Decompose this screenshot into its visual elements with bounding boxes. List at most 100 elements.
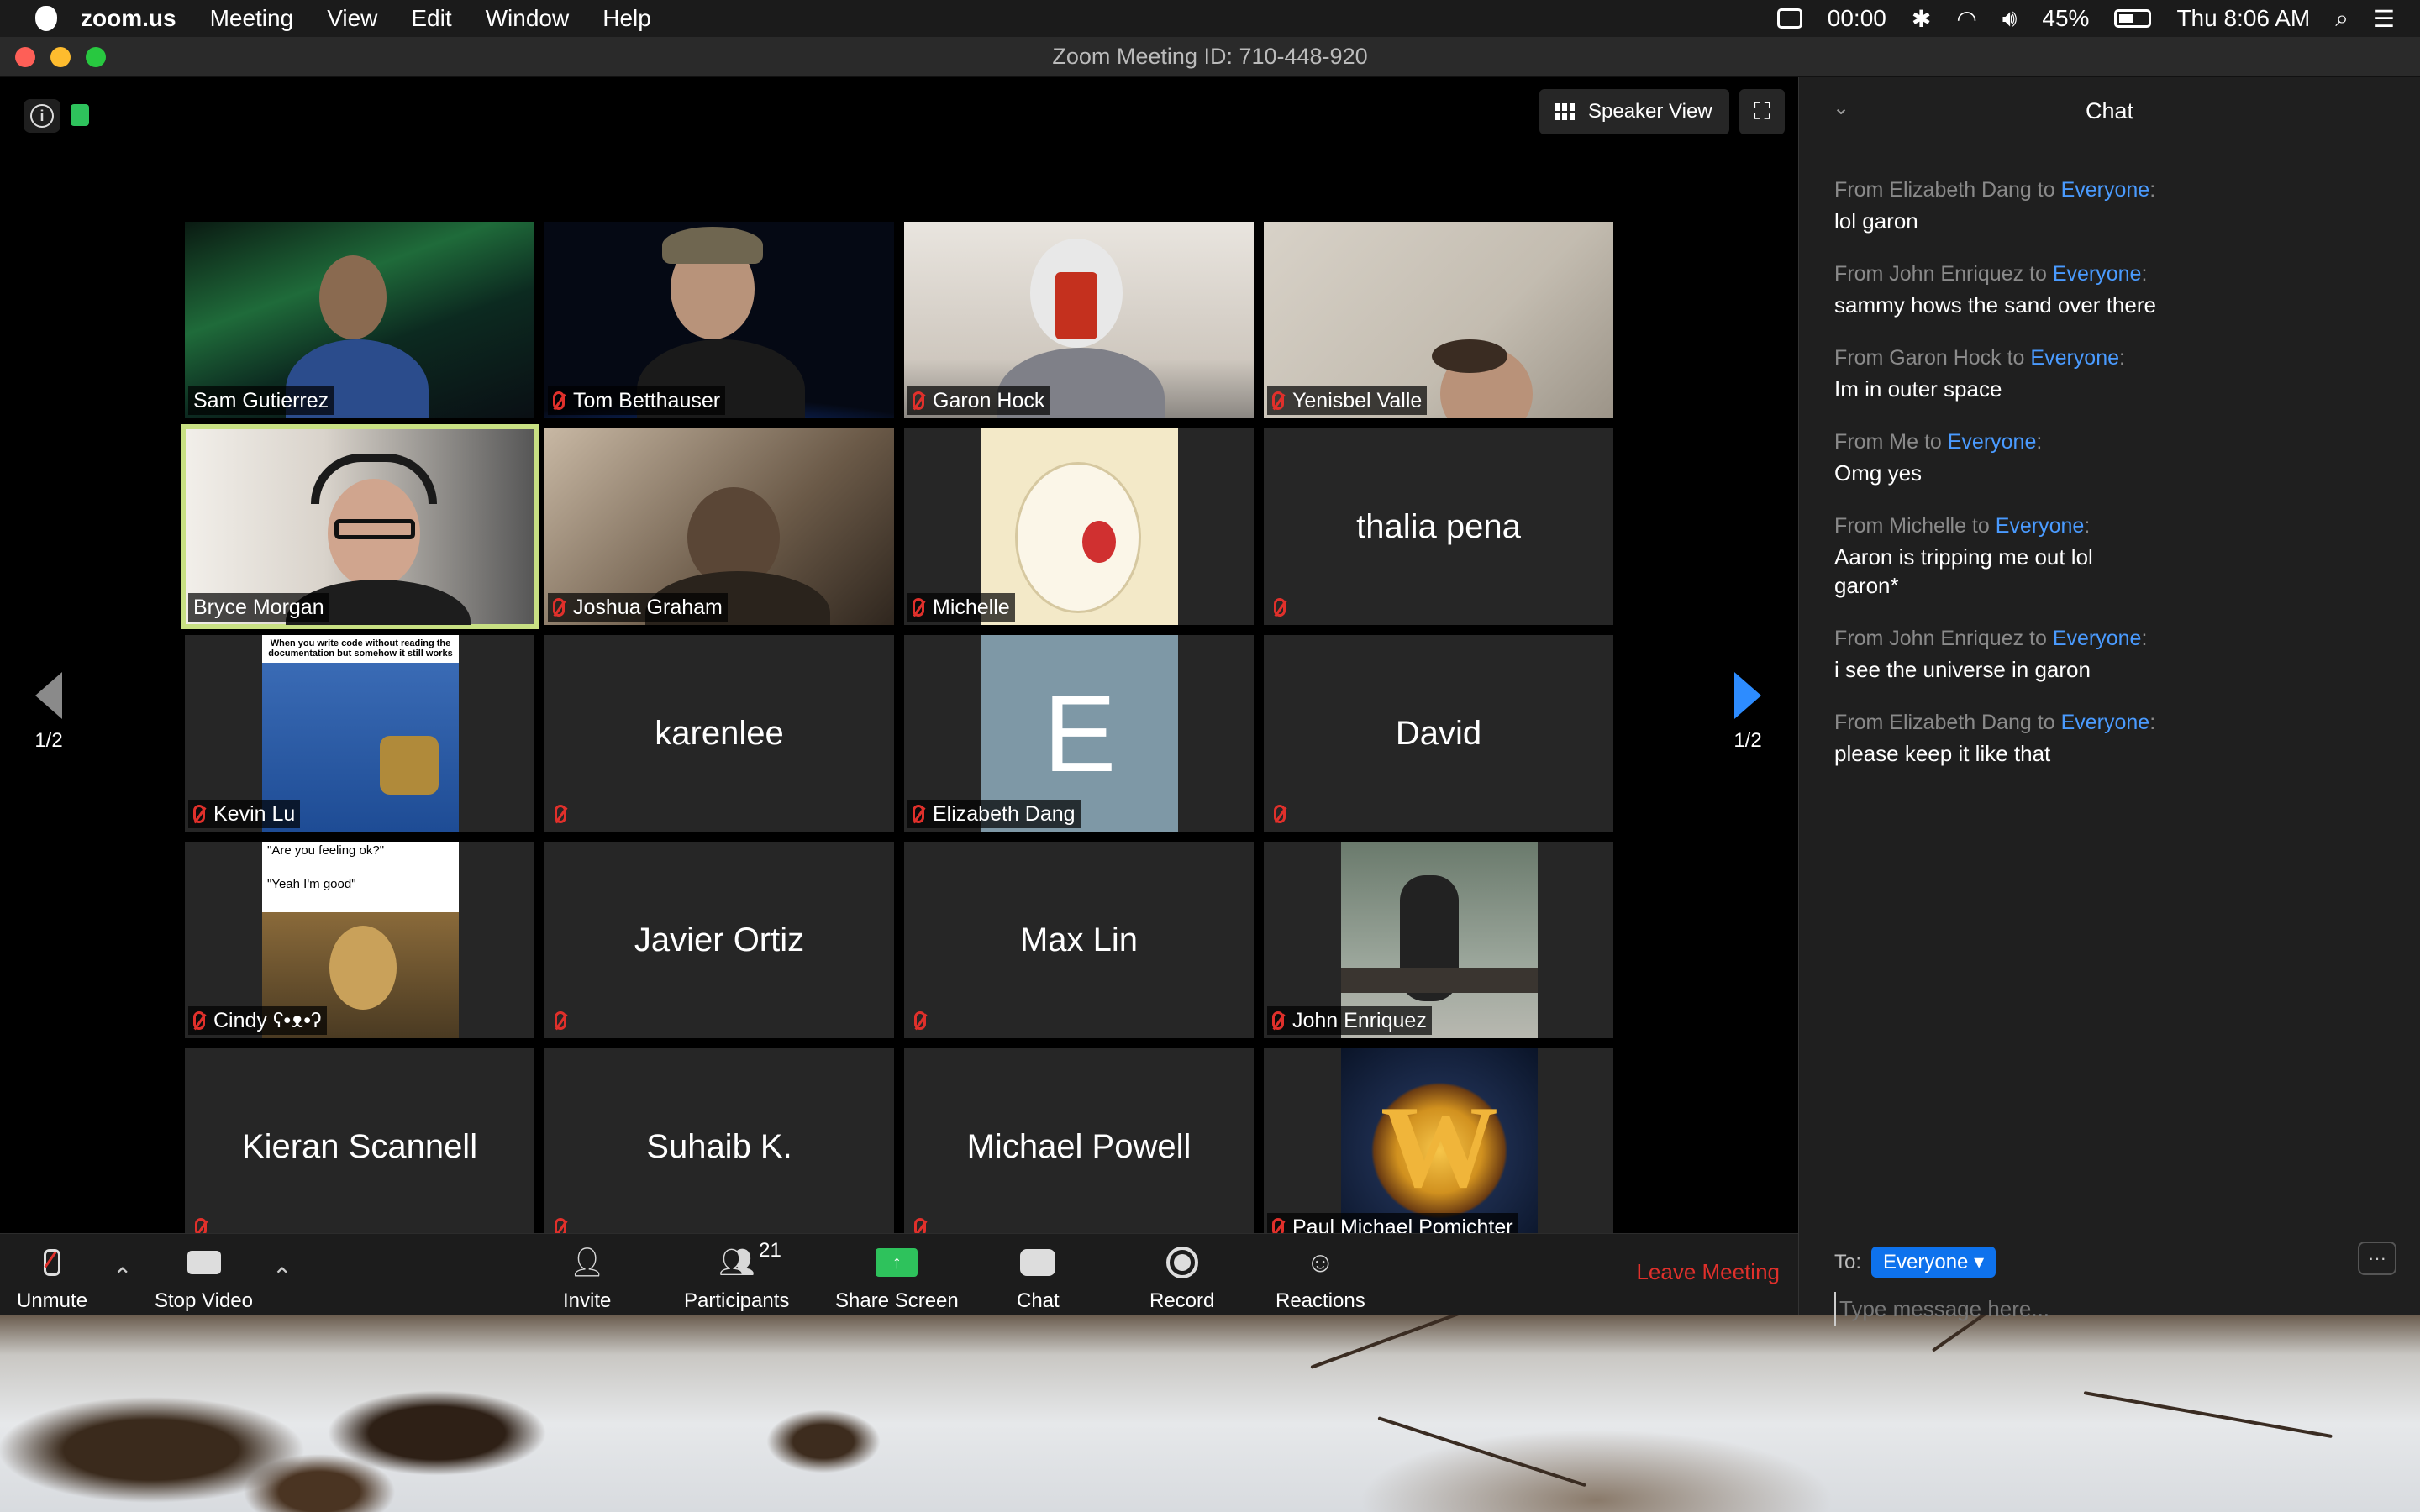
participant-name-center: David	[1395, 714, 1482, 752]
window-title: Zoom Meeting ID: 710-448-920	[1052, 44, 1368, 69]
video-tile[interactable]: thalia pena	[1264, 428, 1613, 625]
video-tile[interactable]: "Are you feeling ok?" "Yeah I'm good" Ci…	[185, 842, 534, 1038]
video-tile[interactable]: Kieran Scannell	[185, 1048, 534, 1245]
share-screen-label: Share Screen	[835, 1289, 959, 1312]
desktop-wallpaper	[0, 1252, 2420, 1512]
smiley-add-icon: ☺︎	[1306, 1246, 1335, 1278]
muted-mic-icon	[913, 391, 924, 410]
video-tile[interactable]: When you write code without reading the …	[185, 635, 534, 832]
video-tile[interactable]: Garon Hock	[904, 222, 1254, 418]
fullscreen-button[interactable]: ⛶	[1739, 89, 1785, 134]
participant-name-label: Elizabeth Dang	[908, 800, 1081, 828]
chat-bubble-icon	[1020, 1249, 1056, 1276]
menu-edit[interactable]: Edit	[411, 5, 451, 32]
to-label: To:	[1834, 1250, 1862, 1273]
chevron-left-icon	[35, 672, 62, 719]
reactions-button[interactable]: ☺︎ Reactions	[1276, 1244, 1365, 1313]
audio-options-chevron-icon[interactable]: ⌃	[113, 1263, 132, 1290]
unmute-button[interactable]: Unmute	[17, 1244, 87, 1313]
muted-mic-icon	[193, 1011, 205, 1030]
muted-mic-icon	[913, 805, 924, 823]
chevron-down-icon[interactable]: ⌄	[1833, 96, 1849, 120]
menu-meeting[interactable]: Meeting	[210, 5, 294, 32]
muted-mic-icon	[193, 805, 205, 823]
muted-mic-icon	[1272, 391, 1284, 410]
minimize-window-button[interactable]	[50, 47, 71, 67]
participants-label: Participants	[684, 1289, 790, 1312]
next-page-button[interactable]: 1/2	[1723, 672, 1773, 753]
recipient-dropdown[interactable]: Everyone ▾	[1871, 1247, 1996, 1278]
meeting-toolbar: Unmute ⌃ Stop Video ⌃ 👤︎ Invite 👥︎ 21 Par…	[0, 1233, 1798, 1315]
control-center-icon[interactable]: ☰	[2374, 5, 2395, 33]
video-tile[interactable]: Suhaib K.	[544, 1048, 894, 1245]
video-tile-active-speaker[interactable]: Bryce Morgan	[181, 424, 539, 629]
chat-label: Chat	[1017, 1289, 1060, 1312]
participant-name-center: Suhaib K.	[646, 1127, 792, 1165]
chat-message-input[interactable]	[1834, 1292, 2372, 1326]
close-window-button[interactable]	[15, 47, 35, 67]
volume-icon[interactable]: 🔊︎	[2002, 5, 2018, 33]
video-options-chevron-icon[interactable]: ⌃	[272, 1263, 292, 1290]
menu-window[interactable]: Window	[486, 5, 570, 32]
speaker-view-button[interactable]: Speaker View	[1539, 89, 1729, 134]
chat-more-button[interactable]: ···	[2358, 1242, 2396, 1275]
bluetooth-icon[interactable]: ✱	[1912, 5, 1931, 33]
window-titlebar: Zoom Meeting ID: 710-448-920	[0, 37, 2420, 77]
apple-icon[interactable]	[35, 6, 57, 31]
chat-recipient: To: Everyone ▾	[1834, 1247, 1996, 1278]
participant-name-label: Michelle	[908, 593, 1015, 622]
spotlight-search-icon[interactable]: ⌕	[2335, 5, 2349, 33]
menu-view[interactable]: View	[327, 5, 377, 32]
share-screen-button[interactable]: ↑ Share Screen	[835, 1244, 959, 1313]
video-tile[interactable]: Michelle	[904, 428, 1254, 625]
video-tile[interactable]: Max Lin	[904, 842, 1254, 1038]
video-tile[interactable]: Michael Powell	[904, 1048, 1254, 1245]
chat-panel: ⌄ Chat From Elizabeth Dang to Everyone: …	[1798, 77, 2420, 1326]
info-icon: i	[30, 104, 54, 128]
chat-message: From Garon Hock to Everyone: Im in outer…	[1834, 346, 2125, 402]
chat-button[interactable]: Chat	[1017, 1244, 1060, 1313]
mac-menubar: zoom.us Meeting View Edit Window Help 00…	[0, 0, 2420, 37]
video-gallery: i Speaker View ⛶ 1/2 1/2 Sam Gutierrez T…	[0, 77, 1798, 1245]
video-tile[interactable]: Tom Betthauser	[544, 222, 894, 418]
video-tile[interactable]: E Elizabeth Dang	[904, 635, 1254, 832]
record-button[interactable]: Record	[1150, 1244, 1214, 1313]
video-tile[interactable]: Yenisbel Valle	[1264, 222, 1613, 418]
battery-percent: 45%	[2042, 5, 2090, 31]
previous-page-button[interactable]: 1/2	[24, 672, 74, 753]
menu-app[interactable]: zoom.us	[81, 5, 176, 32]
clock[interactable]: Thu 8:06 AM	[2176, 5, 2310, 32]
video-tile[interactable]: Javier Ortiz	[544, 842, 894, 1038]
wifi-icon[interactable]: ◠	[1956, 5, 1976, 33]
leave-meeting-button[interactable]: Leave Meeting	[1636, 1259, 1780, 1285]
muted-mic-icon	[1274, 805, 1286, 823]
chat-message: From Elizabeth Dang to Everyone: lol gar…	[1834, 178, 2156, 234]
stop-video-button[interactable]: Stop Video	[155, 1244, 253, 1313]
participant-name-label: Sam Gutierrez	[188, 386, 334, 415]
zoom-recording-icon[interactable]	[1776, 8, 1802, 29]
muted-mic-icon	[914, 1011, 926, 1030]
participant-name-label: Yenisbel Valle	[1267, 386, 1428, 415]
people-icon: 👥︎ 21	[718, 1239, 781, 1278]
participants-button[interactable]: 👥︎ 21 Participants	[684, 1239, 790, 1313]
invite-button[interactable]: 👤︎ Invite	[563, 1244, 611, 1313]
muted-mic-icon	[555, 805, 566, 823]
zoom-window-button[interactable]	[86, 47, 106, 67]
grid-icon	[1555, 103, 1575, 120]
participant-name-label: John Enriquez	[1267, 1006, 1432, 1035]
participant-name-center: Michael Powell	[966, 1127, 1192, 1165]
video-tile[interactable]: John Enriquez	[1264, 842, 1613, 1038]
video-tile[interactable]: Joshua Graham	[544, 428, 894, 625]
battery-icon[interactable]	[2114, 9, 2152, 28]
record-icon	[1165, 1247, 1198, 1278]
video-tile[interactable]: karenlee	[544, 635, 894, 832]
page-indicator-left: 1/2	[34, 729, 63, 752]
chat-message: From Michelle to Everyone: Aaron is trip…	[1834, 514, 2093, 598]
chat-message: From John Enriquez to Everyone: sammy ho…	[1834, 262, 2156, 318]
video-tile[interactable]: W Paul Michael Pomichter	[1264, 1048, 1613, 1245]
video-tile[interactable]: David	[1264, 635, 1613, 832]
video-tile[interactable]: Sam Gutierrez	[185, 222, 534, 418]
menu-help[interactable]: Help	[602, 5, 651, 32]
meeting-info-button[interactable]: i	[24, 99, 60, 133]
encryption-lock-icon[interactable]	[71, 104, 89, 126]
